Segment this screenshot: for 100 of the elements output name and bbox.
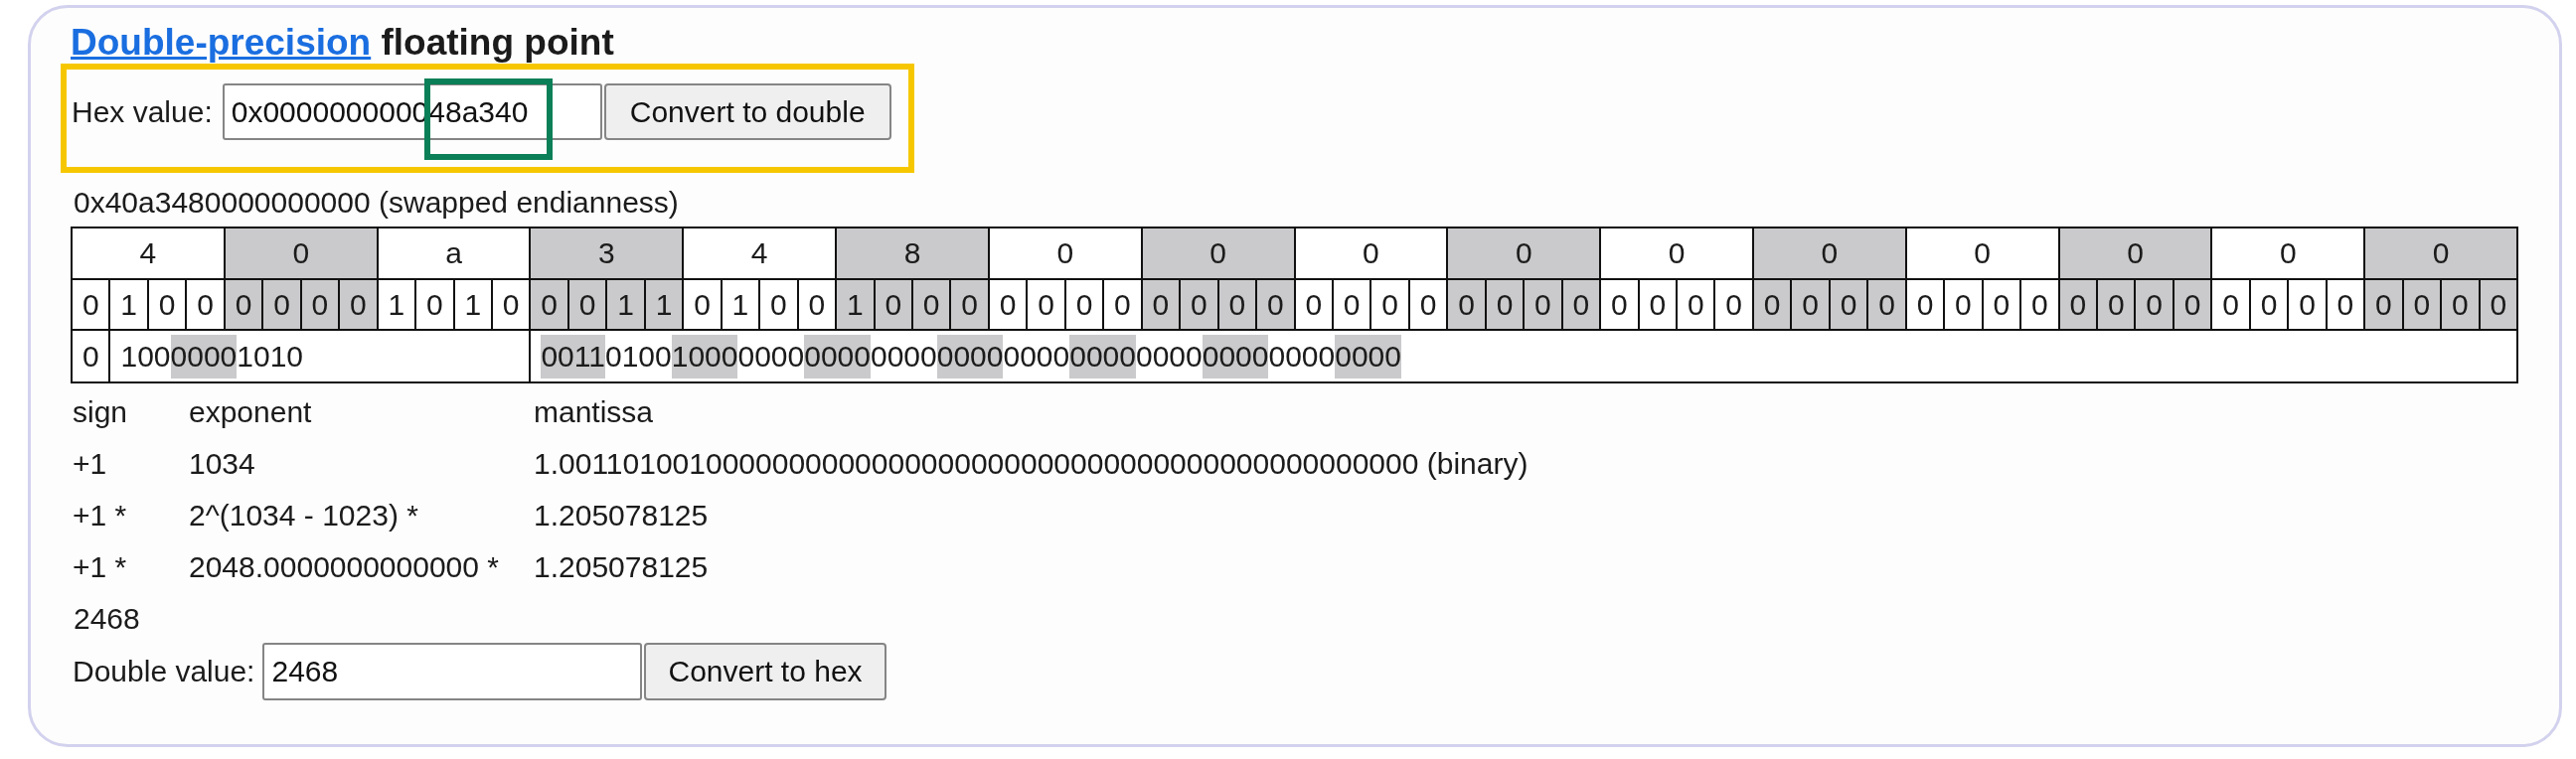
bit-cell: 0 (950, 279, 989, 330)
bit-group: 0000 (1335, 334, 1401, 379)
bit-cell: 0 (683, 279, 722, 330)
mantissa-term: 1.205078125 (534, 549, 710, 585)
bit-cell: 0 (2097, 279, 2136, 330)
bit-cell: 0 (759, 279, 798, 330)
bit-cell: 0 (1447, 279, 1486, 330)
bit-cell: 0 (2135, 279, 2174, 330)
bit-cell: 1 (721, 279, 760, 330)
bit-cell: 0 (530, 279, 568, 330)
bit-group: 0011 (541, 334, 605, 379)
bit-cell: 0 (224, 279, 263, 330)
bit-cell: 0 (1524, 279, 1562, 330)
exponent-term: 1034 (189, 446, 256, 482)
bit-group: 0000 (870, 334, 937, 379)
bit-cell: 1 (644, 279, 684, 330)
column-header: mantissa (534, 394, 655, 430)
bit-cell: 0 (2402, 279, 2442, 330)
bit-cell: 0 (1217, 279, 1257, 330)
bit-cell: 0 (1561, 279, 1601, 330)
bit-cell: 0 (1370, 279, 1409, 330)
bit-cell: 0 (1141, 279, 1181, 330)
double-value-input[interactable]: 2468 (262, 643, 643, 700)
bit-cell: 0 (339, 279, 378, 330)
convert-to-hex-button[interactable]: Convert to hex (644, 643, 886, 700)
hex-digit-cell: 4 (683, 228, 837, 279)
bit-cell: 0 (1791, 279, 1830, 330)
hex-digit-cell: 3 (530, 228, 684, 279)
double-precision-link[interactable]: Double-precision (71, 22, 372, 63)
convert-to-double-button[interactable]: Convert to double (603, 83, 891, 140)
bit-cell: 0 (2288, 279, 2327, 330)
bit-cell: 1 (377, 279, 416, 330)
hex-digit-cell: 8 (836, 228, 989, 279)
bit-cell: 0 (1103, 279, 1142, 330)
bit-group: 0000 (1268, 334, 1336, 379)
bit-cell: 0 (1867, 279, 1906, 330)
bit-group: 0100 (604, 334, 672, 379)
bit-group: 1000 (671, 334, 738, 379)
hex-digit-cell: 0 (1447, 228, 1601, 279)
bit-cell: 1 (109, 279, 148, 330)
bit-group: 0000 (737, 334, 805, 379)
bit-cell: 0 (567, 279, 607, 330)
bit-cell: 0 (1752, 279, 1792, 330)
bit-cell: 0 (262, 279, 301, 330)
bit-cell: 0 (2479, 279, 2517, 330)
bit-cell: 0 (2326, 279, 2365, 330)
bit-cell: 0 (1714, 279, 1753, 330)
bit-group: 0000 (1135, 334, 1203, 379)
bit-group: 0000 (1202, 334, 1269, 379)
bit-cell: 0 (911, 279, 951, 330)
hex-digit-cell: 0 (988, 228, 1142, 279)
bit-cell: 0 (2441, 279, 2480, 330)
mantissa-term: 1.205078125 (534, 498, 710, 533)
bit-group: 0000 (804, 334, 871, 379)
bit-cell: 0 (2058, 279, 2097, 330)
bit-cell: 0 (874, 279, 912, 330)
hex-value-label: Hex value: (72, 93, 213, 130)
bit-group: 0000 (936, 334, 1004, 379)
bit-cell: 0 (988, 279, 1028, 330)
bit-cell: 1 (453, 279, 492, 330)
bit-cell: 0 (1944, 279, 1983, 330)
bit-cell: 0 (72, 279, 110, 330)
bit-group: 0000 (170, 334, 238, 379)
double-value-label: Double value: (73, 654, 255, 689)
exponent-term: 2048.0000000000000 * (189, 549, 500, 585)
bit-cell: 0 (1677, 279, 1715, 330)
hex-digit-cell: 0 (2364, 228, 2517, 279)
bit-cell: 0 (1408, 279, 1448, 330)
bit-cell: 0 (300, 279, 340, 330)
bit-cell: 0 (492, 279, 531, 330)
sign-term: +1 * (73, 498, 128, 533)
bit-group: 0000 (1003, 334, 1070, 379)
bit-group: 1010 (237, 334, 303, 379)
bit-cell: 0 (797, 279, 837, 330)
hex-digit-cell: 0 (1141, 228, 1295, 279)
bit-cell: 0 (1064, 279, 1104, 330)
hex-digit-cell: 0 (2211, 228, 2365, 279)
bit-cell: 0 (415, 279, 454, 330)
bit-cell: 0 (1294, 279, 1333, 330)
bit-cell: 0 (147, 279, 187, 330)
bit-cell: 0 (186, 279, 225, 330)
bit-cell: 0 (1638, 279, 1678, 330)
column-header: exponent (189, 394, 313, 430)
bit-cell: 0 (1180, 279, 1218, 330)
mantissa-term: 1.0011010010000000000000000000000000000000000000000000 (binary) (534, 446, 1530, 482)
bit-cell: 0 (2364, 279, 2403, 330)
bit-group: 100 (120, 334, 171, 379)
hex-digit-cell: 0 (1600, 228, 1753, 279)
sign-bit-cell: 0 (72, 330, 110, 382)
hex-digit-cell: a (377, 228, 531, 279)
swapped-hex-text: 0x40a3480000000000 (swapped endianness) (73, 185, 680, 221)
page-title: Double-precision floating point (71, 21, 615, 65)
sign-term: +1 (73, 446, 108, 482)
column-header: sign (73, 394, 129, 430)
bit-cell: 0 (1256, 279, 1295, 330)
bit-group: 0000 (1069, 334, 1136, 379)
exponent-term: 2^(1034 - 1023) * (189, 498, 419, 533)
bit-cell: 0 (1485, 279, 1525, 330)
hex-digit-cell: 0 (1905, 228, 2059, 279)
bit-cell: 0 (1982, 279, 2021, 330)
